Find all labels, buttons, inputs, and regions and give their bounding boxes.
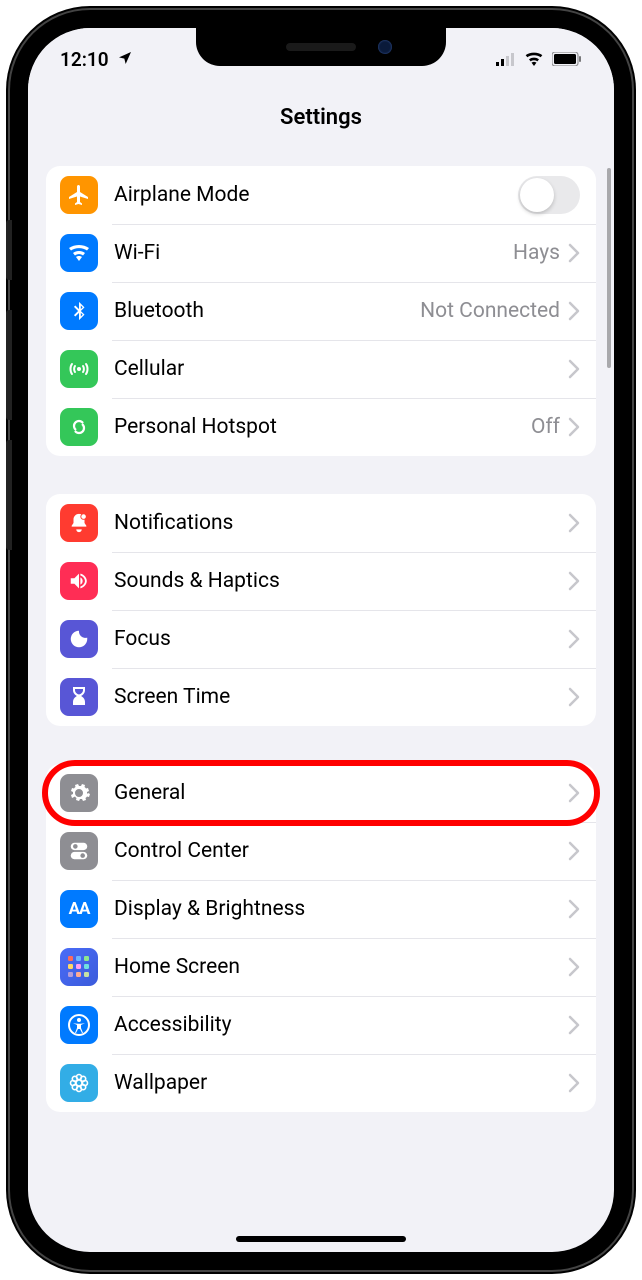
row-label: Bluetooth xyxy=(114,299,420,323)
chevron-right-icon xyxy=(568,571,580,591)
settings-row-wifi[interactable]: Wi-FiHays xyxy=(46,224,596,282)
settings-row-bluetooth[interactable]: BluetoothNot Connected xyxy=(46,282,596,340)
settings-row-controlcenter[interactable]: Control Center xyxy=(46,822,596,880)
settings-row-wallpaper[interactable]: Wallpaper xyxy=(46,1054,596,1112)
row-label: Accessibility xyxy=(114,1013,568,1037)
settings-row-focus[interactable]: Focus xyxy=(46,610,596,668)
chevron-right-icon xyxy=(568,359,580,379)
phone-frame: 12:10 Settings Airplane ModeWi xyxy=(10,10,632,1270)
row-label: Screen Time xyxy=(114,685,568,709)
chevron-right-icon xyxy=(568,841,580,861)
chevron-right-icon xyxy=(568,783,580,803)
toggle-airplane[interactable] xyxy=(518,176,580,214)
chevron-right-icon xyxy=(568,1015,580,1035)
row-label: Cellular xyxy=(114,357,568,381)
settings-content[interactable]: Airplane ModeWi-FiHaysBluetoothNot Conne… xyxy=(28,158,614,1252)
sounds-icon xyxy=(60,562,98,600)
settings-row-display[interactable]: AA Display & Brightness xyxy=(46,880,596,938)
row-label: Home Screen xyxy=(114,955,568,979)
notifications-icon xyxy=(60,504,98,542)
chevron-right-icon xyxy=(568,301,580,321)
row-label: Display & Brightness xyxy=(114,897,568,921)
airplane-icon xyxy=(60,176,98,214)
settings-row-notifications[interactable]: Notifications xyxy=(46,494,596,552)
scroll-indicator[interactable] xyxy=(607,168,611,368)
settings-group: Notifications Sounds & Haptics Focus Screen… xyxy=(46,494,596,726)
cellular-signal-icon xyxy=(496,48,516,71)
settings-row-general[interactable]: General xyxy=(46,764,596,822)
row-value: Hays xyxy=(513,241,560,265)
row-label: Sounds & Haptics xyxy=(114,569,568,593)
front-camera xyxy=(378,40,392,54)
row-value: Not Connected xyxy=(420,299,560,323)
controlcenter-icon xyxy=(60,832,98,870)
row-label: Control Center xyxy=(114,839,568,863)
settings-row-accessibility[interactable]: Accessibility xyxy=(46,996,596,1054)
chevron-right-icon xyxy=(568,417,580,437)
settings-group: Airplane ModeWi-FiHaysBluetoothNot Conne… xyxy=(46,166,596,456)
nav-header: Settings xyxy=(28,78,614,158)
notch xyxy=(196,28,446,66)
location-arrow-icon xyxy=(117,48,133,71)
status-time: 12:10 xyxy=(60,48,109,71)
focus-icon xyxy=(60,620,98,658)
chevron-right-icon xyxy=(568,243,580,263)
wifi-icon xyxy=(60,234,98,272)
row-label: Wi-Fi xyxy=(114,241,513,265)
settings-row-cellular[interactable]: Cellular xyxy=(46,340,596,398)
row-label: Wallpaper xyxy=(114,1071,568,1095)
bluetooth-icon xyxy=(60,292,98,330)
row-label: Airplane Mode xyxy=(114,183,518,207)
screen: 12:10 Settings Airplane ModeWi xyxy=(28,28,614,1252)
settings-group: General Control Center AA Display & Brightn… xyxy=(46,764,596,1112)
chevron-right-icon xyxy=(568,1073,580,1093)
homescreen-icon xyxy=(60,948,98,986)
speaker xyxy=(286,43,356,51)
cellular-icon xyxy=(60,350,98,388)
row-label: Notifications xyxy=(114,511,568,535)
home-indicator[interactable] xyxy=(236,1236,406,1242)
hotspot-icon xyxy=(60,408,98,446)
screentime-icon xyxy=(60,678,98,716)
settings-row-screentime[interactable]: Screen Time xyxy=(46,668,596,726)
settings-row-hotspot[interactable]: Personal HotspotOff xyxy=(46,398,596,456)
display-icon: AA xyxy=(60,890,98,928)
settings-row-sounds[interactable]: Sounds & Haptics xyxy=(46,552,596,610)
accessibility-icon xyxy=(60,1006,98,1044)
row-label: Personal Hotspot xyxy=(114,415,531,439)
wallpaper-icon xyxy=(60,1064,98,1102)
battery-icon xyxy=(552,48,582,71)
chevron-right-icon xyxy=(568,687,580,707)
chevron-right-icon xyxy=(568,513,580,533)
page-title: Settings xyxy=(280,105,362,130)
chevron-right-icon xyxy=(568,957,580,977)
settings-row-airplane[interactable]: Airplane Mode xyxy=(46,166,596,224)
chevron-right-icon xyxy=(568,899,580,919)
row-label: Focus xyxy=(114,627,568,651)
row-value: Off xyxy=(531,415,560,439)
chevron-right-icon xyxy=(568,629,580,649)
row-label: General xyxy=(114,781,568,805)
wifi-icon xyxy=(524,48,544,71)
general-icon xyxy=(60,774,98,812)
settings-row-homescreen[interactable]: Home Screen xyxy=(46,938,596,996)
